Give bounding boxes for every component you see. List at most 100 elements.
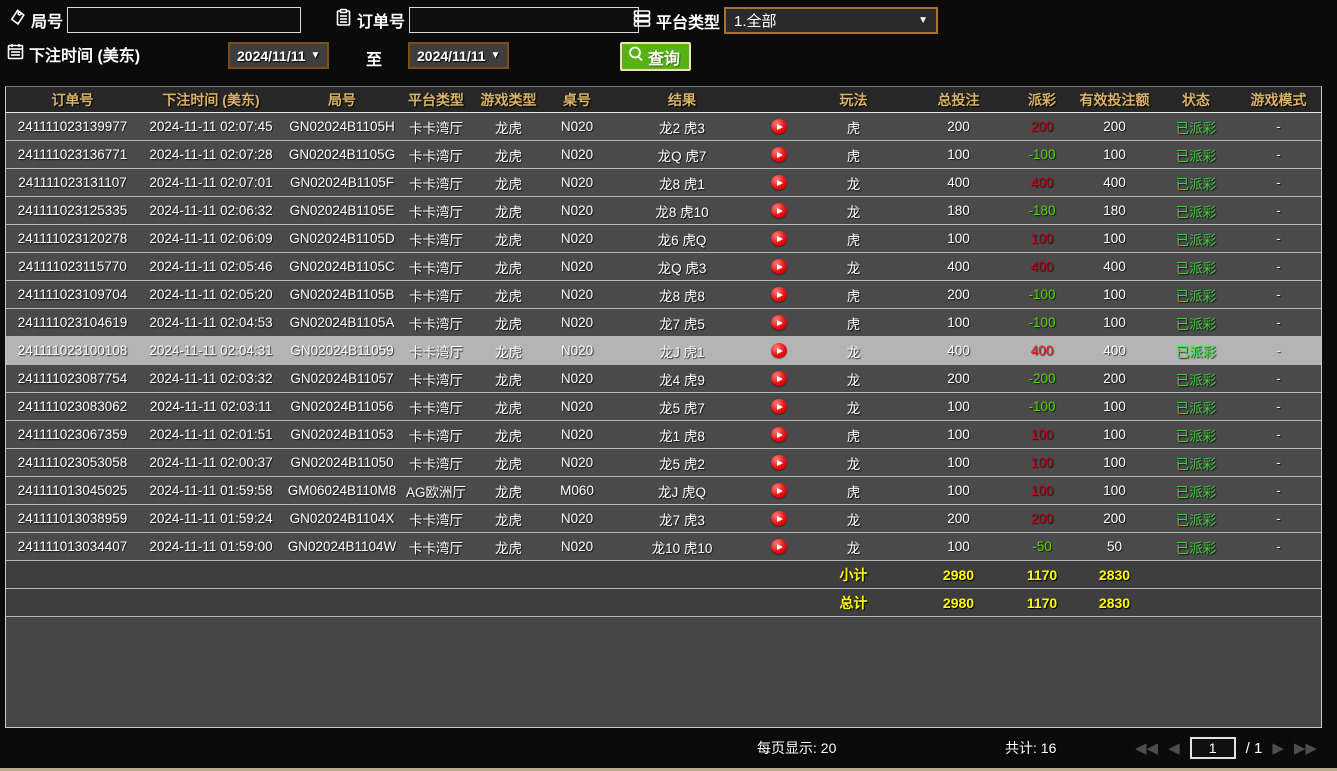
cell-result: 龙4 虎9 — [608, 369, 756, 389]
platform-type-label: 平台类型 — [656, 9, 720, 33]
cell-status: 已派彩 — [1156, 453, 1236, 473]
table-row[interactable]: 241111023136771 2024-11-11 02:07:28 GN02… — [6, 141, 1321, 169]
table-row[interactable]: 241111023115770 2024-11-11 02:05:46 GN02… — [6, 253, 1321, 281]
table-row[interactable]: 241111023083062 2024-11-11 02:03:11 GN02… — [6, 393, 1321, 421]
cell-round-no: GN02024B1105G — [283, 147, 401, 162]
date-to-picker[interactable]: 2024/11/11 ▼ — [408, 42, 509, 69]
cell-game-type: 龙虎 — [471, 425, 546, 445]
table-body: 241111023139977 2024-11-11 02:07:45 GN02… — [6, 113, 1321, 561]
cell-round-no: GN02024B11053 — [283, 427, 401, 442]
table-row[interactable]: 241111023125335 2024-11-11 02:06:32 GN02… — [6, 197, 1321, 225]
cell-total-bet: 200 — [906, 287, 1011, 302]
replay-play-icon[interactable] — [771, 427, 787, 442]
replay-play-icon[interactable] — [771, 119, 787, 134]
grand-total-total-bet: 2980 — [906, 595, 1011, 611]
replay-play-icon[interactable] — [771, 539, 787, 554]
tag-icon — [8, 8, 27, 32]
replay-play-icon[interactable] — [771, 455, 787, 470]
cell-round-no: GN02024B1105A — [283, 315, 401, 330]
replay-play-icon[interactable] — [771, 399, 787, 414]
cell-total-bet: 100 — [906, 539, 1011, 554]
date-to-value: 2024/11/11 — [417, 48, 486, 64]
col-status: 状态 — [1156, 90, 1236, 110]
grand-total-label: 总计 — [801, 593, 906, 613]
cell-order-no: 241111023136771 — [6, 147, 139, 162]
cell-table-no: N020 — [546, 371, 608, 386]
table-row[interactable]: 241111023087754 2024-11-11 02:03:32 GN02… — [6, 365, 1321, 393]
replay-play-icon[interactable] — [771, 315, 787, 330]
order-no-input[interactable] — [409, 7, 639, 33]
cell-order-no: 241111023125335 — [6, 203, 139, 218]
date-from-picker[interactable]: 2024/11/11 ▼ — [228, 42, 329, 69]
cell-order-no: 241111023131107 — [6, 175, 139, 190]
cell-status: 已派彩 — [1156, 201, 1236, 221]
cell-result: 龙J 虎1 — [608, 341, 756, 361]
cell-bet-time: 2024-11-11 02:06:09 — [139, 231, 283, 246]
last-page-icon[interactable]: ▶▶ — [1294, 739, 1317, 757]
cell-game-mode: - — [1236, 175, 1321, 190]
table-row[interactable]: 241111013034407 2024-11-11 01:59:00 GN02… — [6, 533, 1321, 561]
cell-replay — [756, 203, 801, 218]
table-header-row: 订单号 下注时间 (美东) 局号 平台类型 游戏类型 桌号 结果 玩法 总投注 … — [6, 87, 1321, 113]
replay-play-icon[interactable] — [771, 175, 787, 190]
cell-total-bet: 100 — [906, 147, 1011, 162]
cell-table-no: N020 — [546, 203, 608, 218]
round-no-label: 局号 — [31, 8, 63, 32]
cell-order-no: 241111023120278 — [6, 231, 139, 246]
query-button[interactable]: 查询 — [620, 42, 691, 71]
next-page-icon[interactable]: ▶ — [1272, 739, 1284, 757]
cell-total-bet: 200 — [906, 119, 1011, 134]
grand-total-row: 总计 2980 1170 2830 — [6, 589, 1321, 617]
replay-play-icon[interactable] — [771, 511, 787, 526]
bet-time-label: 下注时间 (美东) — [29, 42, 140, 66]
cell-replay — [756, 371, 801, 386]
platform-type-select[interactable]: 1.全部 ▼ — [724, 7, 938, 34]
cell-game-type: 龙虎 — [471, 257, 546, 277]
cell-play: 龙 — [801, 397, 906, 417]
cell-payout: -180 — [1011, 203, 1073, 218]
table-row[interactable]: 241111023104619 2024-11-11 02:04:53 GN02… — [6, 309, 1321, 337]
cell-round-no: GN02024B1104W — [283, 539, 401, 554]
table-row[interactable]: 241111023067359 2024-11-11 02:01:51 GN02… — [6, 421, 1321, 449]
table-row[interactable]: 241111023131107 2024-11-11 02:07:01 GN02… — [6, 169, 1321, 197]
prev-page-icon[interactable]: ◀ — [1168, 739, 1180, 757]
cell-order-no: 241111023100108 — [6, 343, 139, 358]
replay-play-icon[interactable] — [771, 371, 787, 386]
first-page-icon[interactable]: ◀◀ — [1135, 739, 1158, 757]
cell-play: 虎 — [801, 117, 906, 137]
table-row[interactable]: 241111013045025 2024-11-11 01:59:58 GM06… — [6, 477, 1321, 505]
replay-play-icon[interactable] — [771, 203, 787, 218]
page-size-text: 每页显示: 20 — [757, 738, 836, 758]
cell-result: 龙8 虎10 — [608, 201, 756, 221]
cell-result: 龙7 虎5 — [608, 313, 756, 333]
replay-play-icon[interactable] — [771, 231, 787, 246]
cell-game-type: 龙虎 — [471, 173, 546, 193]
cell-result: 龙8 虎8 — [608, 285, 756, 305]
cell-total-bet: 100 — [906, 483, 1011, 498]
replay-play-icon[interactable] — [771, 287, 787, 302]
round-no-input[interactable] — [67, 7, 301, 33]
replay-play-icon[interactable] — [771, 259, 787, 274]
table-row[interactable]: 241111013038959 2024-11-11 01:59:24 GN02… — [6, 505, 1321, 533]
replay-play-icon[interactable] — [771, 147, 787, 162]
table-row[interactable]: 241111023139977 2024-11-11 02:07:45 GN02… — [6, 113, 1321, 141]
cell-platform: 卡卡湾厅 — [401, 425, 471, 445]
cell-game-type: 龙虎 — [471, 481, 546, 501]
cell-payout: -100 — [1011, 399, 1073, 414]
table-row[interactable]: 241111023120278 2024-11-11 02:06:09 GN02… — [6, 225, 1321, 253]
page-total-text: / 1 — [1246, 740, 1263, 757]
cell-game-mode: - — [1236, 399, 1321, 414]
chevron-down-icon: ▼ — [491, 50, 501, 61]
table-row[interactable]: 241111023109704 2024-11-11 02:05:20 GN02… — [6, 281, 1321, 309]
cell-round-no: GN02024B11059 — [283, 343, 401, 358]
replay-play-icon[interactable] — [771, 343, 787, 358]
table-row[interactable]: 241111023053058 2024-11-11 02:00:37 GN02… — [6, 449, 1321, 477]
page-number-input[interactable]: 1 — [1190, 737, 1236, 759]
table-row[interactable]: 241111023100108 2024-11-11 02:04:31 GN02… — [6, 337, 1321, 365]
cell-game-mode: - — [1236, 427, 1321, 442]
replay-play-icon[interactable] — [771, 483, 787, 498]
cell-table-no: N020 — [546, 147, 608, 162]
cell-game-type: 龙虎 — [471, 369, 546, 389]
cell-play: 虎 — [801, 229, 906, 249]
cell-payout: 400 — [1011, 259, 1073, 274]
